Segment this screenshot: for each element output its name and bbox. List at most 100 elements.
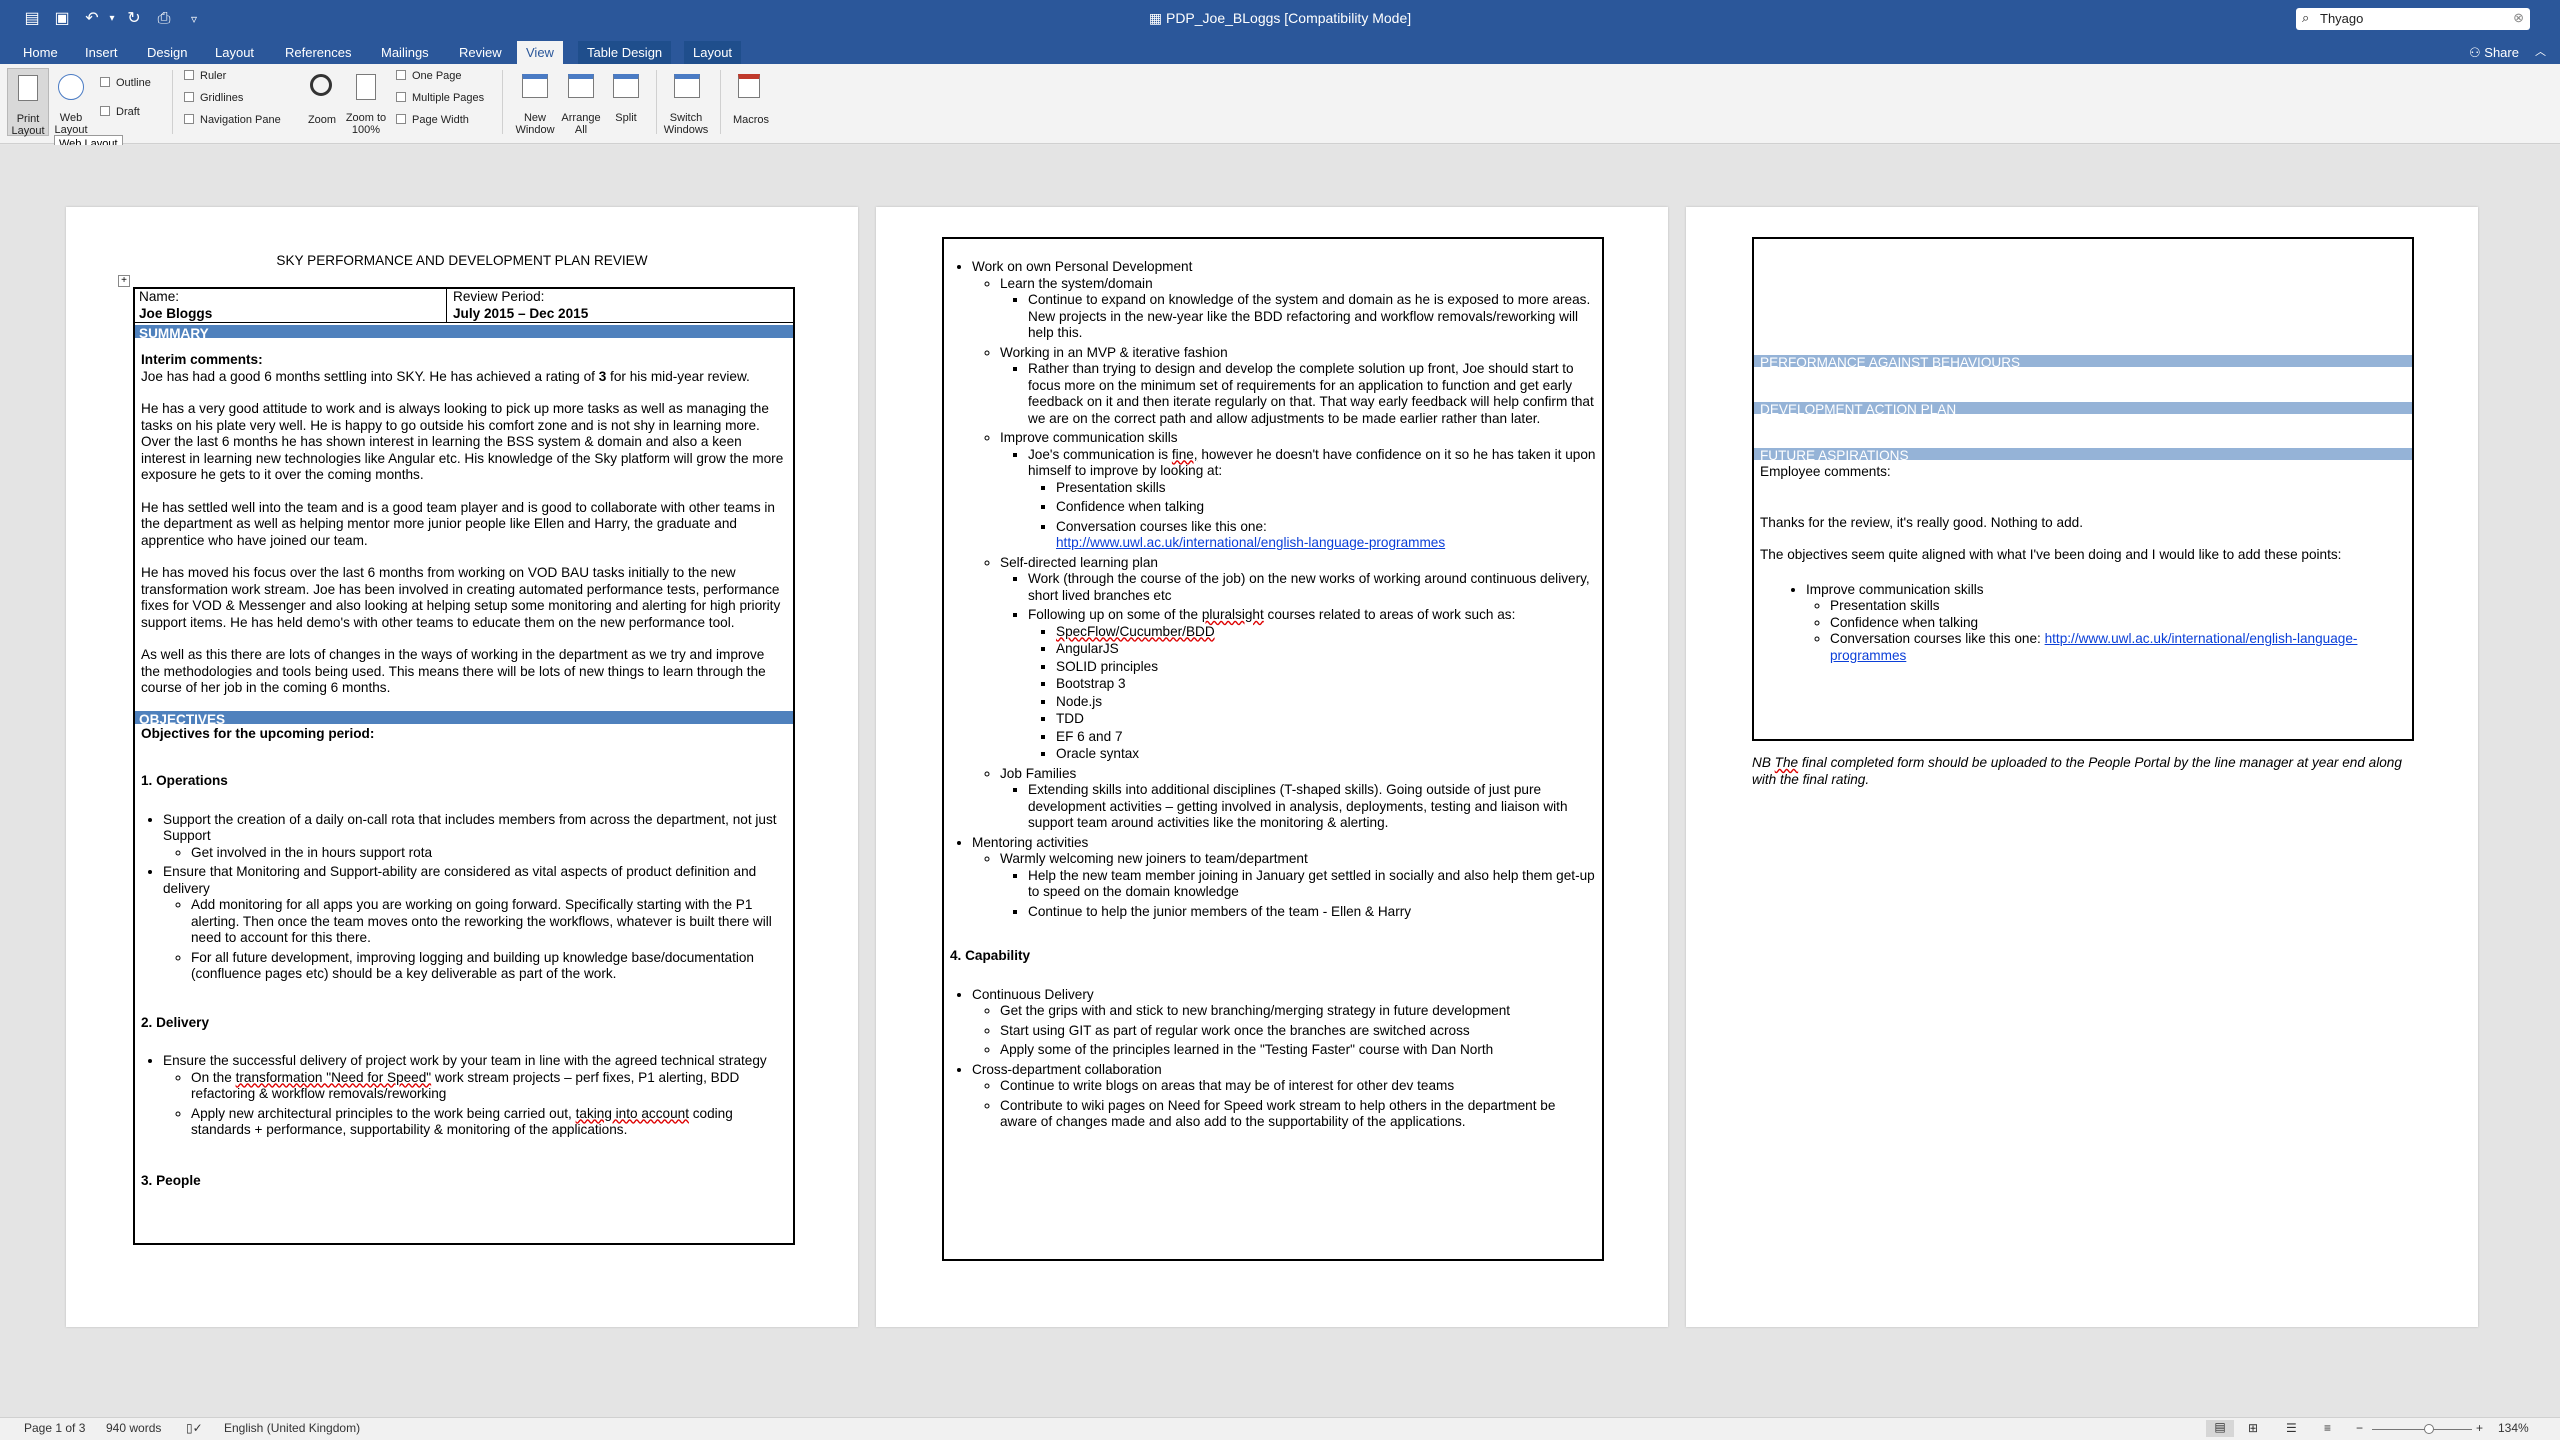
ruler-label: Ruler: [200, 70, 227, 82]
one-page-button[interactable]: One Page: [396, 70, 462, 82]
zoom-level[interactable]: 134%: [2498, 1421, 2529, 1435]
objectives-table-continued[interactable]: Work on own Personal Development Learn t…: [942, 237, 1604, 1261]
proofing-icon[interactable]: ▯✓: [186, 1421, 203, 1435]
name-value: Joe Bloggs: [139, 305, 213, 321]
list-item: Continue to expand on knowledge of the s…: [1028, 292, 1596, 342]
outline-button[interactable]: Outline: [100, 77, 151, 89]
delivery-list: Ensure the successful delivery of projec…: [141, 1053, 787, 1139]
summary-content[interactable]: Interim comments: Joe has had a good 6 m…: [135, 340, 793, 697]
share-button[interactable]: ⚇ Share: [2460, 41, 2528, 64]
list-item: Warmly welcoming new joiners to team/dep…: [1000, 851, 1596, 920]
tab-home[interactable]: Home: [14, 41, 67, 64]
name-cell[interactable]: Name: Joe Bloggs: [135, 289, 447, 322]
list-item: Confidence when talking: [1830, 615, 2406, 632]
empty-cell[interactable]: [1754, 239, 2412, 353]
draft-icon: [100, 106, 110, 116]
course-link[interactable]: http://www.uwl.ac.uk/international/engli…: [1056, 535, 1445, 550]
tab-references[interactable]: References: [276, 41, 360, 64]
list-item: Continuous Delivery Get the grips with a…: [972, 987, 1596, 1059]
delivery-heading: 2. Delivery: [141, 1014, 210, 1030]
tab-review[interactable]: Review: [450, 41, 511, 64]
period-value: July 2015 – Dec 2015: [453, 305, 589, 321]
list-item: Cross-department collaboration Continue …: [972, 1062, 1596, 1131]
list-item: Improve communication skills Joe's commu…: [1000, 430, 1596, 552]
objectives-label: Objectives for the upcoming period:: [141, 725, 375, 741]
window-title-text: PDP_Joe_BLoggs [Compatibility Mode]: [1165, 10, 1412, 26]
review-table-end[interactable]: PERFORMANCE AGAINST BEHAVIOURS DEVELOPME…: [1752, 237, 2414, 741]
document-icon: ▦: [1148, 10, 1166, 26]
search-icon: ⌕: [2302, 10, 2310, 25]
zoom-button[interactable]: Zoom: [302, 70, 342, 136]
search-box[interactable]: ⌕ Thyago ⊗: [2296, 8, 2530, 30]
page-width-button[interactable]: Page Width: [396, 114, 469, 126]
objectives-content[interactable]: Objectives for the upcoming period: 1. O…: [135, 726, 793, 1190]
employee-list: Improve communication skills Presentatio…: [1760, 582, 2406, 665]
print-layout-view-icon[interactable]: ▤: [2206, 1420, 2234, 1437]
web-layout-button[interactable]: Web Layout: [50, 68, 92, 136]
zoom-out-icon[interactable]: −: [2356, 1421, 2363, 1435]
arrange-all-label: Arrange All: [561, 112, 601, 136]
language-indicator[interactable]: English (United Kingdom): [224, 1421, 360, 1435]
collapse-ribbon-icon[interactable]: ︿: [2526, 41, 2555, 64]
switch-windows-label: Switch Windows: [663, 112, 709, 136]
tab-table-layout[interactable]: Layout: [684, 41, 742, 64]
page-3: PERFORMANCE AGAINST BEHAVIOURS DEVELOPME…: [1686, 207, 2478, 1327]
web-layout-view-icon[interactable]: ⊞: [2248, 1421, 2258, 1435]
empty-cell[interactable]: [1754, 369, 2412, 400]
empty-cell[interactable]: [1754, 416, 2412, 446]
zoom-in-icon[interactable]: +: [2476, 1421, 2483, 1435]
tab-design[interactable]: Design: [138, 41, 196, 64]
macros-button[interactable]: Macros: [728, 70, 774, 140]
ribbon-divider: [720, 70, 721, 134]
zoom-100-button[interactable]: Zoom to 100%: [344, 70, 388, 140]
performance-band: PERFORMANCE AGAINST BEHAVIOURS: [1754, 353, 2412, 370]
table-move-handle-icon[interactable]: +: [118, 275, 130, 287]
list-item: On the transformation "Need for Speed" w…: [191, 1070, 787, 1103]
pdp-table: Name: Joe Bloggs Review Period: July 201…: [133, 287, 795, 1245]
list-item: Ensure the successful delivery of projec…: [163, 1053, 787, 1139]
multiple-pages-icon: [396, 92, 406, 102]
navigation-pane-checkbox[interactable]: Navigation Pane: [184, 114, 281, 126]
ruler-checkbox[interactable]: Ruler: [184, 70, 226, 82]
outline-label: Outline: [116, 77, 151, 89]
macros-icon: [738, 74, 760, 98]
tab-view[interactable]: View: [517, 41, 563, 64]
tab-layout[interactable]: Layout: [206, 41, 263, 64]
list-item: Bootstrap 3: [1056, 676, 1596, 693]
period-cell[interactable]: Review Period: July 2015 – Dec 2015: [447, 289, 793, 322]
zoom-slider-handle[interactable]: [2424, 1424, 2434, 1434]
title-bar: ▤ ▣ ↶ ▾ ↻ ⎙ ▿ ▦ PDP_Joe_BLoggs [Compatib…: [0, 0, 2560, 38]
list-item: Apply some of the principles learned in …: [1000, 1042, 1596, 1059]
draft-view-icon[interactable]: ≡: [2324, 1421, 2331, 1435]
status-bar: Page 1 of 3 940 words ▯✓ English (United…: [0, 1417, 2560, 1440]
tab-table-design[interactable]: Table Design: [578, 41, 672, 64]
draft-button[interactable]: Draft: [100, 106, 140, 118]
split-button[interactable]: Split: [604, 70, 648, 140]
word-count[interactable]: 940 words: [106, 1421, 161, 1435]
page-width-label: Page Width: [412, 114, 469, 126]
print-layout-button[interactable]: Print Layout: [7, 68, 49, 137]
one-page-label: One Page: [412, 70, 462, 82]
web-layout-icon: [58, 74, 84, 100]
operations-heading: 1. Operations: [141, 773, 228, 788]
switch-windows-button[interactable]: Switch Windows: [660, 70, 712, 142]
tab-insert[interactable]: Insert: [76, 41, 127, 64]
arrange-all-button[interactable]: Arrange All: [558, 70, 604, 140]
zoom-slider[interactable]: [2372, 1429, 2472, 1430]
page-count[interactable]: Page 1 of 3: [24, 1421, 85, 1435]
page-1: SKY PERFORMANCE AND DEVELOPMENT PLAN REV…: [66, 207, 858, 1327]
tab-mailings[interactable]: Mailings: [372, 41, 438, 64]
search-input[interactable]: Thyago: [2320, 11, 2363, 26]
gridlines-checkbox[interactable]: Gridlines: [184, 92, 243, 104]
new-window-label: New Window: [515, 112, 555, 136]
new-window-button[interactable]: New Window: [512, 70, 558, 140]
page-2: Work on own Personal Development Learn t…: [876, 207, 1668, 1327]
employee-comments-cell[interactable]: Employee comments: Thanks for the review…: [1754, 462, 2412, 669]
table-row: Name: Joe Bloggs Review Period: July 201…: [135, 289, 793, 323]
outline-view-icon[interactable]: ☰: [2286, 1421, 2297, 1435]
clear-search-icon[interactable]: ⊗: [2513, 10, 2524, 26]
list-item: Job Families Extending skills into addit…: [1000, 766, 1596, 832]
list-item: Work on own Personal Development Learn t…: [972, 259, 1596, 832]
web-layout-label: Web Layout: [54, 112, 88, 136]
multiple-pages-button[interactable]: Multiple Pages: [396, 92, 484, 104]
